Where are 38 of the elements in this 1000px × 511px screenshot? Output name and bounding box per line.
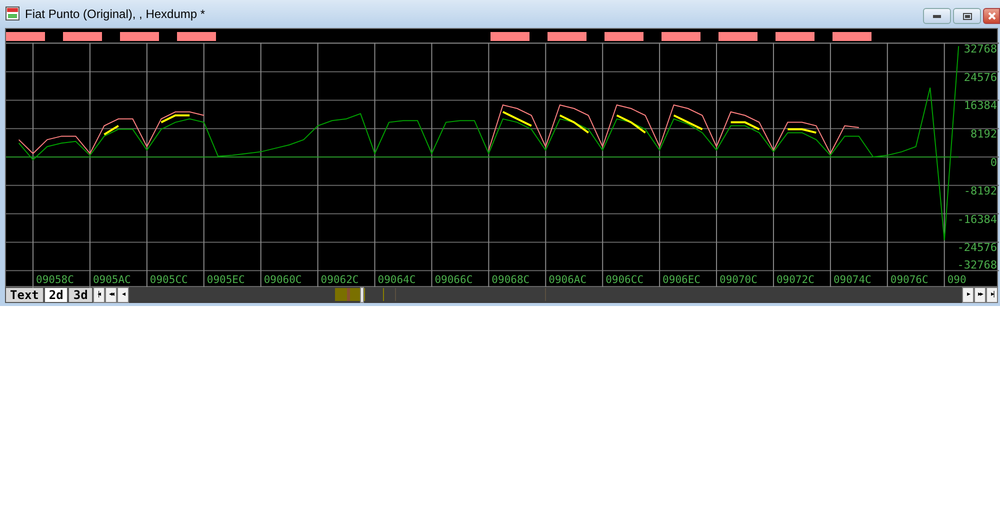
close-icon — [988, 12, 996, 20]
x-axis-label: 09072C — [776, 274, 814, 286]
scrollbar-thumb[interactable] — [360, 287, 364, 303]
x-axis-label: 09058C — [36, 274, 74, 286]
y-axis-label: 24576 — [964, 70, 997, 84]
close-button[interactable] — [983, 8, 1000, 24]
x-axis-label: 0905CC — [150, 274, 188, 286]
window-title: Fiat Punto (Original), , Hexdump * — [25, 6, 206, 23]
x-axis-label: 09068C — [492, 274, 530, 286]
x-axis-label: 0906CC — [606, 274, 644, 286]
y-axis-label: 8192 — [970, 128, 997, 141]
x-axis-label: 09070C — [720, 274, 758, 286]
view-tab[interactable]: 3d — [68, 287, 93, 303]
x-axis-label: 0906EC — [662, 274, 700, 286]
x-axis-label: 09076C — [890, 274, 928, 286]
y-axis-label: -8192 — [964, 184, 997, 198]
y-axis-label: -24576 — [957, 241, 997, 254]
x-axis-label: 0905EC — [206, 274, 245, 286]
y-axis-label: 0 — [990, 156, 997, 169]
x-axis-label: 090 — [947, 274, 966, 286]
minimize-button[interactable] — [923, 8, 951, 24]
app-icon — [5, 6, 21, 22]
x-axis-label: 0905AC — [92, 274, 131, 286]
y-axis-label: 16384 — [964, 99, 997, 112]
restore-icon — [962, 12, 972, 20]
y-axis-label: 32768 — [964, 42, 997, 56]
x-axis-label: 09064C — [378, 274, 416, 286]
minimize-icon — [933, 14, 941, 18]
y-axis-label: -32768 — [957, 258, 997, 272]
view-tab[interactable]: 2d — [44, 287, 68, 303]
x-axis-label: 09062C — [320, 274, 359, 286]
x-axis-label: 09066C — [434, 274, 473, 286]
view-tab[interactable]: Text — [5, 287, 44, 303]
restore-button[interactable] — [953, 8, 981, 24]
x-axis-label: 09060C — [264, 274, 302, 286]
x-axis-label: 0906AC — [548, 274, 587, 286]
y-axis-label: -16384 — [957, 212, 997, 226]
x-axis-label: 09074C — [833, 274, 872, 286]
